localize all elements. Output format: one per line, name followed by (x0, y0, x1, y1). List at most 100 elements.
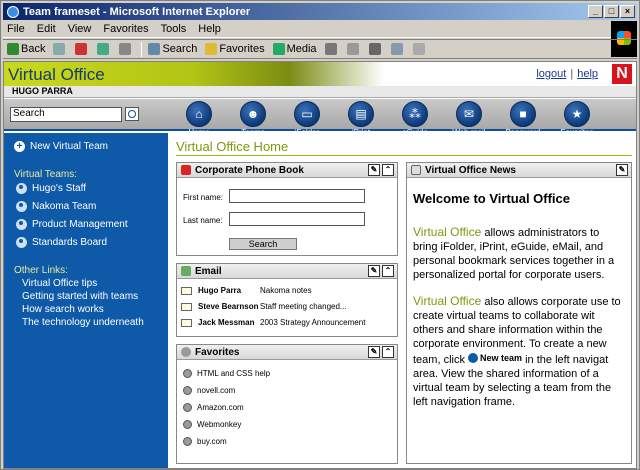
envelope-icon (181, 286, 192, 295)
refresh-icon (97, 43, 110, 55)
nav-webmail[interactable]: ✉Web mail (442, 99, 496, 137)
history-icon (324, 43, 337, 55)
email-title: Email (195, 265, 222, 277)
discuss-button[interactable] (412, 43, 427, 55)
home-button[interactable] (119, 43, 133, 55)
team-icon (16, 237, 27, 248)
close-button[interactable]: × (620, 5, 635, 18)
menu-file[interactable]: File (7, 23, 25, 35)
phone-search-button[interactable]: Search (229, 238, 297, 250)
menu-tools[interactable]: Tools (161, 23, 187, 35)
history-button[interactable] (324, 43, 339, 55)
menu-bar: File Edit View Favorites Tools Help (3, 21, 637, 38)
nav-password[interactable]: ■Password (496, 99, 550, 137)
email-row[interactable]: Hugo Parra Nakoma notes (181, 286, 312, 295)
print-icon (368, 43, 381, 55)
print-button[interactable] (368, 43, 383, 55)
collapse-panel-icon[interactable]: ⌃ (382, 346, 394, 358)
favorite-item[interactable]: Amazon.com (183, 403, 244, 412)
globe-icon (183, 420, 192, 429)
link-how-search-works[interactable]: How search works (22, 304, 104, 315)
mail-button[interactable] (346, 43, 361, 55)
help-link[interactable]: help (577, 68, 598, 80)
nav-iprint[interactable]: ▤iPrint (334, 99, 388, 137)
stop-button[interactable] (75, 43, 89, 55)
favorite-item[interactable]: Webmonkey (183, 420, 241, 429)
favorite-item[interactable]: buy.com (183, 437, 227, 446)
nav-eguide[interactable]: ⁂eGuide (388, 99, 442, 137)
search-input[interactable]: Search (10, 107, 122, 122)
phone-book-title: Corporate Phone Book (195, 164, 304, 176)
minimize-button[interactable]: _ (588, 5, 603, 18)
top-links-separator: | (570, 68, 574, 80)
last-name-field[interactable] (229, 212, 365, 226)
link-technology-underneath[interactable]: The technology underneath (22, 317, 144, 328)
maximize-button[interactable]: □ (604, 5, 619, 18)
sidebar-team-hugos-staff[interactable]: Hugo's Staff (16, 183, 86, 194)
password-icon: ■ (510, 101, 536, 127)
media-button[interactable]: Media (272, 43, 317, 55)
first-name-field[interactable] (229, 189, 365, 203)
logout-link[interactable]: logout (536, 68, 566, 80)
home-icon (119, 43, 132, 55)
favorites-panel: Favorites ✎ ⌃ HTML and CSS help novell.co… (176, 344, 398, 464)
menu-edit[interactable]: Edit (37, 23, 56, 35)
new-team-inline-link[interactable]: New team (468, 351, 522, 365)
email-icon (181, 266, 191, 276)
nav-teams[interactable]: ☻Teams (226, 99, 280, 137)
refresh-button[interactable] (97, 43, 111, 55)
nav-bar: Search ⌂Home ☻Teams ▭iFolder ▤iPrint ⁂eG… (4, 99, 636, 137)
back-button[interactable]: Back (7, 43, 45, 55)
search-go-icon[interactable] (125, 107, 139, 121)
news-icon (411, 165, 421, 175)
email-row[interactable]: Jack Messman 2003 Strategy Announcement (181, 318, 365, 327)
collapse-panel-icon[interactable]: ⌃ (382, 164, 394, 176)
page-content: Virtual Office logout | help N HUGO PARRA … (3, 61, 637, 469)
home-icon: ⌂ (186, 101, 212, 127)
browser-toolbar: Back Search Favorites Media (3, 39, 637, 59)
edit-panel-icon[interactable]: ✎ (616, 164, 628, 176)
link-getting-started[interactable]: Getting started with teams (22, 291, 138, 302)
collapse-panel-icon[interactable]: ⌃ (382, 265, 394, 277)
title-bar: Team frameset - Microsoft Internet Explo… (3, 3, 637, 20)
sidebar-team-nakoma[interactable]: Nakoma Team (16, 201, 96, 212)
edit-panel-icon[interactable]: ✎ (368, 265, 380, 277)
nav-home[interactable]: ⌂Home (172, 99, 226, 137)
phone-book-icon (181, 165, 191, 175)
new-virtual-team-link[interactable]: + New Virtual Team (14, 141, 108, 152)
envelope-icon (181, 302, 192, 311)
ifolder-icon: ▭ (294, 101, 320, 127)
novell-logo: N (612, 64, 632, 84)
first-name-label: First name: (183, 193, 224, 202)
user-name: HUGO PARRA (12, 86, 73, 96)
favorite-item[interactable]: novell.com (183, 386, 235, 395)
favorite-item[interactable]: HTML and CSS help (183, 369, 270, 378)
search-button[interactable]: Search (148, 43, 197, 55)
menu-view[interactable]: View (68, 23, 92, 35)
team-icon (16, 201, 27, 212)
edit-panel-icon[interactable]: ✎ (368, 164, 380, 176)
link-virtual-office-tips[interactable]: Virtual Office tips (22, 278, 97, 289)
page-title: Virtual Office Home (176, 139, 289, 154)
menu-favorites[interactable]: Favorites (103, 23, 148, 35)
at-sign-icon (181, 347, 191, 357)
edit-panel-icon[interactable]: ✎ (368, 346, 380, 358)
sidebar: + New Virtual Team Virtual Teams: Hugo's… (4, 133, 168, 468)
user-bar: HUGO PARRA (4, 86, 636, 98)
main-content: Virtual Office Home Corporate Phone Book… (168, 133, 636, 468)
eguide-icon: ⁂ (402, 101, 428, 127)
plus-icon: + (14, 141, 25, 152)
sidebar-team-standards-board[interactable]: Standards Board (16, 237, 107, 248)
plus-icon (468, 353, 479, 363)
menu-help[interactable]: Help (198, 23, 221, 35)
edit-button[interactable] (390, 43, 405, 55)
nav-favorites[interactable]: ★Favorites (550, 99, 604, 137)
envelope-icon (181, 318, 192, 327)
email-row[interactable]: Steve Bearnson Staff meeting changed... (181, 302, 347, 311)
nav-ifolder[interactable]: ▭iFolder (280, 99, 334, 137)
back-arrow-icon (7, 43, 19, 55)
sidebar-team-product-management[interactable]: Product Management (16, 219, 128, 230)
other-links-heading: Other Links: (14, 265, 68, 276)
forward-button[interactable] (53, 43, 67, 55)
favorites-button[interactable]: Favorites (205, 43, 265, 55)
